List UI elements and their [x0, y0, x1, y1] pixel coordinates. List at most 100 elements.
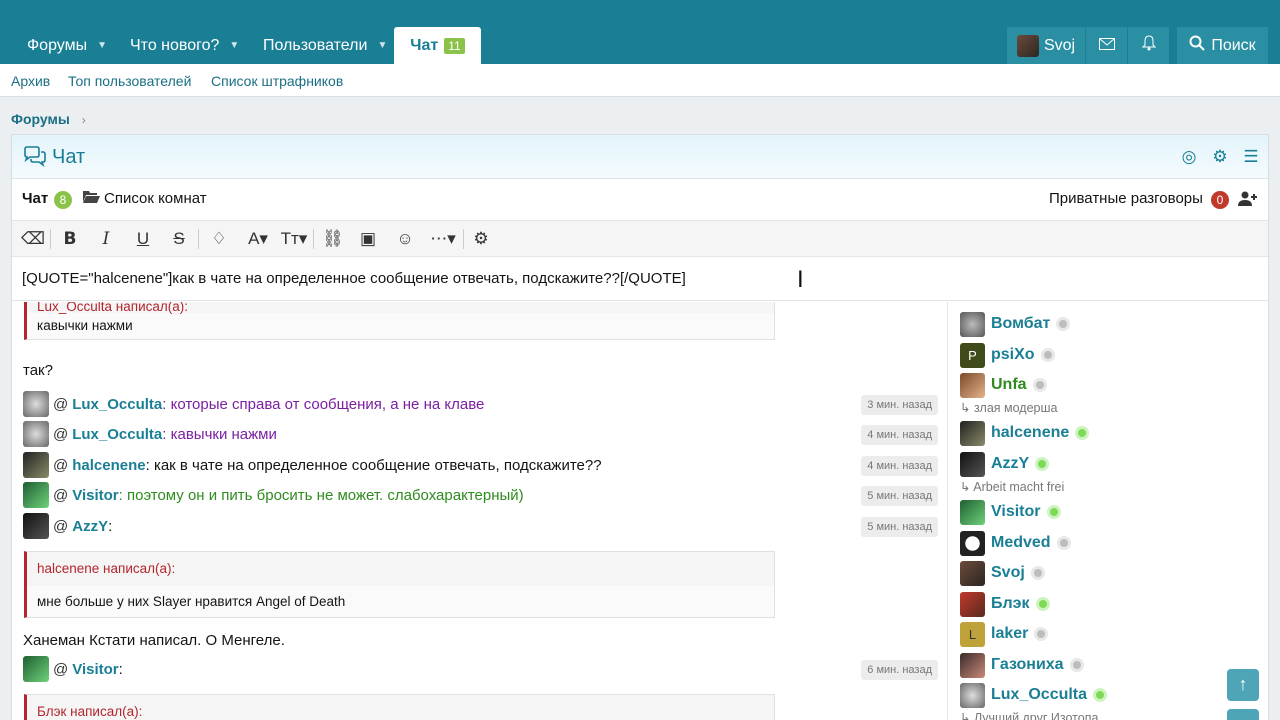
user-item[interactable]: Unfa — [960, 372, 1047, 398]
status-dot — [1046, 505, 1061, 519]
toolbar-divider — [50, 229, 51, 249]
current-room-label[interactable]: Чат — [22, 190, 48, 207]
user-name[interactable]: Блэк — [991, 595, 1030, 613]
user-name[interactable]: Visitor — [991, 503, 1041, 521]
avatar[interactable] — [23, 391, 49, 417]
user-name[interactable]: Lux_Occulta — [991, 686, 1087, 704]
tab-whats-new[interactable]: Что нового? ▼ — [130, 27, 239, 64]
user-name[interactable]: psiXo — [991, 346, 1035, 364]
user-status: ↳ злая модерша — [960, 401, 1058, 415]
user-item[interactable]: AzzY — [960, 451, 1050, 477]
user-item[interactable]: Svoj — [960, 560, 1045, 586]
gear-icon[interactable]: ⚙ — [471, 229, 491, 249]
tab-forums[interactable]: Форумы ▼ — [27, 27, 107, 64]
message-input[interactable]: [QUOTE="halcenene"]как в чате на определ… — [22, 270, 686, 287]
user-item[interactable]: Блэк — [960, 591, 1050, 617]
mention-icon[interactable]: @ — [53, 426, 68, 443]
mention-icon[interactable]: @ — [53, 487, 68, 504]
user-name[interactable]: Medved — [991, 534, 1051, 552]
timestamp: 3 мин. назад — [861, 395, 938, 415]
mention-icon[interactable]: @ — [53, 396, 68, 413]
timestamp: 5 мин. назад — [861, 486, 938, 506]
help-ring-icon[interactable]: ◎ — [1179, 147, 1199, 167]
mention-icon[interactable]: @ — [53, 457, 68, 474]
penalty-list-link[interactable]: Список штрафников — [211, 73, 343, 89]
online-users-sidebar: Вомбат PpsiXo Unfa ↳ злая модерша halcen… — [947, 302, 1268, 720]
user-item[interactable]: Газониха — [960, 652, 1084, 678]
underline-icon[interactable]: U — [133, 229, 153, 249]
breadcrumb-forums-link[interactable]: Форумы — [11, 111, 70, 127]
message-author[interactable]: Lux_Occulta — [72, 396, 162, 413]
bold-icon[interactable]: B — [60, 229, 80, 249]
image-icon[interactable]: ▣ — [358, 229, 378, 249]
user-name[interactable]: Svoj — [991, 564, 1025, 582]
search-button[interactable]: Поиск — [1177, 27, 1268, 64]
font-family-icon[interactable]: A▾ — [244, 229, 272, 249]
message-author[interactable]: Visitor — [72, 487, 118, 504]
timestamp: 5 мин. назад — [861, 517, 938, 537]
link-icon[interactable]: ⛓ — [322, 229, 344, 249]
user-name[interactable]: laker — [991, 625, 1028, 643]
add-user-icon[interactable] — [1238, 191, 1258, 211]
tab-chat[interactable]: Чат 11 — [394, 27, 481, 64]
alerts-button[interactable] — [1128, 27, 1169, 64]
message-author[interactable]: Visitor — [72, 661, 118, 678]
message-text: : поэтому он и пить бросить не может. сл… — [118, 486, 524, 504]
user-item[interactable]: PpsiXo — [960, 342, 1055, 368]
user-item[interactable]: Lux_Occulta — [960, 682, 1108, 708]
chat-panel-header: Чат ◎ ⚙ ☰ — [12, 135, 1268, 179]
rooms-list-link[interactable]: Список комнат — [104, 190, 207, 207]
color-drop-icon[interactable]: ♢ — [209, 229, 229, 249]
chevron-down-icon[interactable]: ▼ — [229, 40, 239, 51]
user-item[interactable]: Visitor — [960, 499, 1061, 525]
search-icon — [1189, 35, 1206, 56]
user-menu-button[interactable]: Svoj — [1007, 27, 1085, 64]
tab-label: Форумы — [27, 36, 88, 54]
mention-icon[interactable]: @ — [53, 518, 68, 535]
more-options-icon[interactable]: ⋯▾ — [428, 229, 458, 249]
avatar[interactable] — [23, 421, 49, 447]
user-name[interactable]: Unfa — [991, 376, 1027, 394]
message-author[interactable]: Lux_Occulta — [72, 426, 162, 443]
message-editor[interactable]: [QUOTE="halcenene"]как в чате на определ… — [12, 257, 1268, 301]
user-name[interactable]: Вомбат — [991, 315, 1050, 333]
quote-header: Блэк написал(а): — [37, 704, 143, 719]
menu-icon[interactable]: ☰ — [1241, 147, 1261, 167]
avatar — [960, 652, 985, 678]
scroll-to-bottom-button[interactable] — [1227, 709, 1259, 720]
top-navigation: Форумы ▼ Что нового? ▼ Пользователи ▼ Чат 11… — [0, 0, 1280, 64]
message-text: : — [108, 517, 113, 535]
chevron-down-icon[interactable]: ▼ — [97, 40, 107, 51]
user-name[interactable]: Газониха — [991, 656, 1064, 674]
avatar[interactable] — [23, 656, 49, 682]
private-chats-link[interactable]: Приватные разговоры — [1049, 190, 1203, 207]
italic-icon[interactable]: I — [96, 229, 116, 249]
chevron-down-icon[interactable]: ▼ — [377, 40, 387, 51]
user-item[interactable]: Llaker — [960, 621, 1049, 647]
eraser-icon[interactable]: ⌫ — [21, 229, 45, 249]
avatar[interactable] — [23, 452, 49, 478]
font-size-icon[interactable]: Tт▾ — [279, 229, 309, 249]
chat-count-badge: 11 — [444, 37, 465, 54]
strikethrough-icon[interactable]: S — [169, 229, 189, 249]
message-author[interactable]: halcenene — [72, 457, 145, 474]
scroll-to-top-button[interactable]: ↑ — [1227, 669, 1259, 701]
inbox-button[interactable] — [1086, 27, 1127, 64]
message-author[interactable]: AzzY — [72, 518, 108, 535]
avatar[interactable] — [23, 482, 49, 508]
top-users-link[interactable]: Топ пользователей — [68, 73, 191, 89]
user-name[interactable]: AzzY — [991, 455, 1029, 473]
user-name[interactable]: halcenene — [991, 424, 1069, 442]
smiley-icon[interactable]: ☺ — [395, 229, 415, 249]
user-item[interactable]: Medved — [960, 530, 1071, 556]
avatar[interactable] — [23, 513, 49, 539]
archive-link[interactable]: Архив — [11, 73, 50, 89]
tab-users[interactable]: Пользователи ▼ — [263, 27, 387, 64]
text-cursor-icon: I — [797, 266, 804, 293]
settings-icon[interactable]: ⚙ — [1210, 147, 1230, 167]
mention-icon[interactable]: @ — [53, 661, 68, 678]
status-dot — [1075, 426, 1090, 440]
user-item[interactable]: halcenene — [960, 420, 1090, 446]
user-item[interactable]: Вомбат — [960, 311, 1071, 337]
message-text: Ханеман Кстати написал. О Менгеле. — [23, 632, 285, 649]
